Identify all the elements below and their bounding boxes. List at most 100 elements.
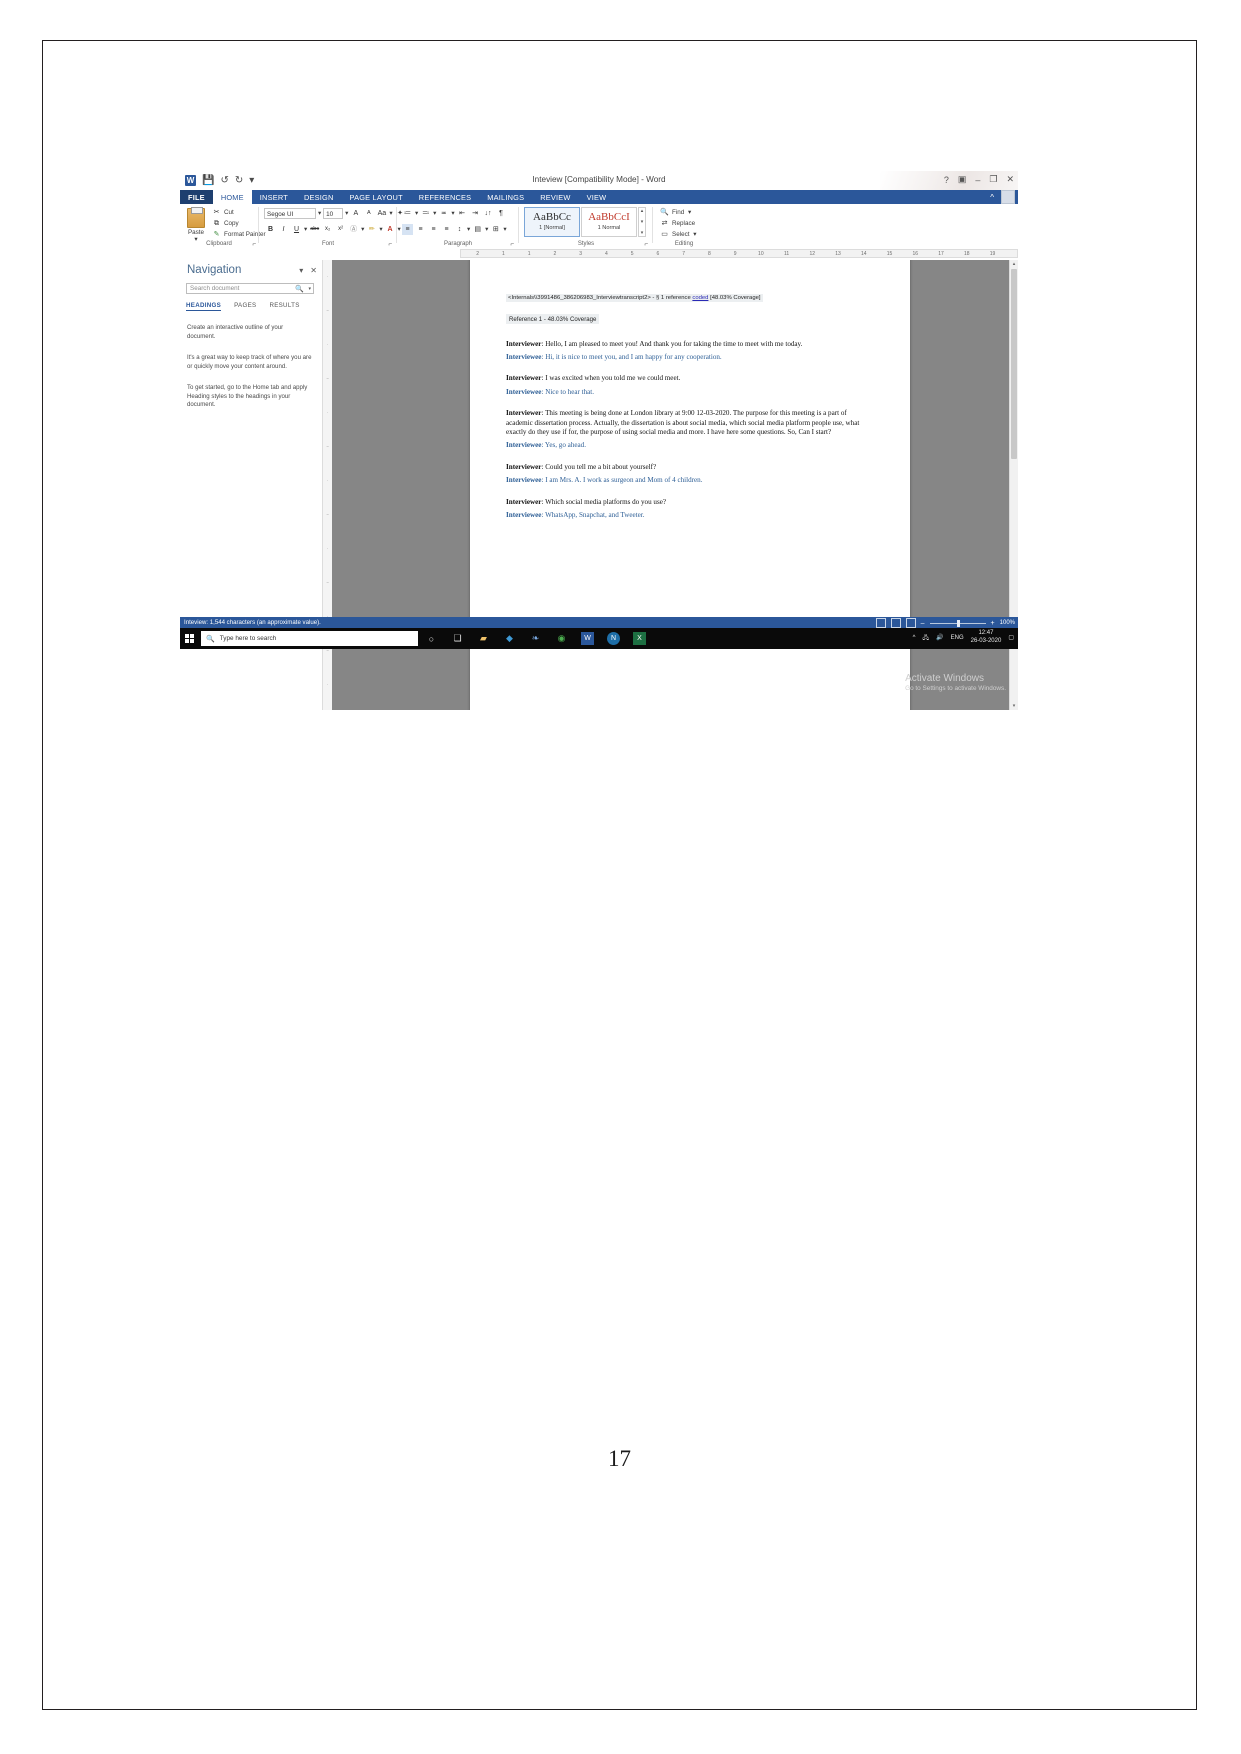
zoom-slider[interactable] <box>929 619 986 627</box>
font-color-icon[interactable]: A <box>385 224 396 235</box>
decrease-indent-icon[interactable]: ⇤ <box>457 208 468 219</box>
task-view-icon[interactable]: ❏ <box>451 632 464 645</box>
multilevel-list-icon[interactable]: ≖ <box>438 208 449 219</box>
start-button[interactable] <box>182 631 197 646</box>
tab-mailings[interactable]: MAILINGS <box>479 190 532 204</box>
close-icon[interactable]: ✕ <box>1006 174 1014 185</box>
styles-launcher-icon[interactable]: ⌐ <box>644 241 648 248</box>
sort-icon[interactable]: ↓↑ <box>483 208 494 219</box>
tab-view[interactable]: VIEW <box>579 190 615 204</box>
account-avatar[interactable] <box>1001 190 1015 204</box>
align-left-icon[interactable]: ≡ <box>402 224 413 235</box>
nav-tab-headings[interactable]: HEADINGS <box>186 302 222 311</box>
excel-icon[interactable]: X <box>633 632 646 645</box>
find-dropdown-icon[interactable]: ▾ <box>686 209 691 216</box>
underline-dropdown-icon[interactable]: ▾ <box>304 226 307 233</box>
navigation-tabs[interactable]: HEADINGS PAGES RESULTS <box>186 302 300 311</box>
file-explorer-icon[interactable]: ▰ <box>477 632 490 645</box>
font-name-dropdown-icon[interactable]: ▾ <box>318 210 321 217</box>
styles-scroll-down-icon[interactable]: ▾ <box>641 219 644 225</box>
tab-references[interactable]: REFERENCES <box>411 190 480 204</box>
highlight-dropdown-icon[interactable]: ▾ <box>379 226 382 233</box>
photos-icon[interactable]: ❧ <box>529 632 542 645</box>
line-spacing-dropdown-icon[interactable]: ▾ <box>467 226 470 233</box>
bullets-dropdown-icon[interactable]: ▾ <box>415 210 418 217</box>
show-hidden-icons-icon[interactable]: ^ <box>913 635 916 641</box>
cortana-icon[interactable]: ○ <box>425 632 438 645</box>
scrollbar-thumb[interactable] <box>1011 269 1017 459</box>
strikethrough-button[interactable]: abc <box>309 224 320 235</box>
nav-tab-results[interactable]: RESULTS <box>269 302 299 311</box>
web-layout-icon[interactable] <box>905 618 916 628</box>
paragraph-launcher-icon[interactable]: ⌐ <box>510 241 514 248</box>
print-layout-icon[interactable] <box>890 618 901 628</box>
nvivo-icon[interactable]: ◆ <box>503 632 516 645</box>
ribbon-display-options-icon[interactable]: ▣ <box>958 174 967 185</box>
align-center-icon[interactable]: ≡ <box>415 224 426 235</box>
chevron-down-icon[interactable]: ▾ <box>299 266 303 275</box>
collapse-ribbon-icon[interactable]: ^ <box>990 193 994 202</box>
ribbon-right-controls[interactable]: ^ <box>990 190 1015 204</box>
text-effects-dropdown-icon[interactable]: ▾ <box>361 226 364 233</box>
volume-icon[interactable]: 🔊 <box>936 634 943 641</box>
replace-button[interactable]: ⇄ Replace <box>659 218 696 229</box>
zoom-in-button[interactable]: + <box>991 620 995 627</box>
change-case-button[interactable]: Aa <box>376 208 387 219</box>
taskbar-search-input[interactable]: 🔍 Type here to search <box>201 631 418 646</box>
read-mode-icon[interactable] <box>875 618 886 628</box>
font-size-dropdown-icon[interactable]: ▾ <box>345 210 348 217</box>
notification-icon[interactable]: ▢ <box>1008 634 1014 641</box>
style-item-normal-1[interactable]: AaBbCc 1 [Normal] <box>524 207 580 237</box>
font-name-input[interactable]: Segoe UI <box>264 208 316 219</box>
clipboard-launcher-icon[interactable]: ⌐ <box>252 241 256 248</box>
search-options-icon[interactable]: ▾ <box>308 286 311 292</box>
text-effects-icon[interactable]: Ⓐ <box>348 224 359 235</box>
subscript-button[interactable]: x₂ <box>322 224 333 235</box>
numbering-icon[interactable]: ≕ <box>420 208 431 219</box>
bold-button[interactable]: B <box>265 224 276 235</box>
zoom-out-button[interactable]: – <box>921 620 925 627</box>
restore-icon[interactable]: ❐ <box>989 174 997 185</box>
scroll-down-icon[interactable]: ▾ <box>1011 702 1017 710</box>
coded-link[interactable]: coded <box>692 295 708 301</box>
grow-font-button[interactable]: A <box>350 208 361 219</box>
nvivo-app-icon[interactable]: N <box>607 632 620 645</box>
language-indicator[interactable]: ENG <box>951 635 964 641</box>
nav-tab-pages[interactable]: PAGES <box>234 302 256 311</box>
horizontal-ruler[interactable]: 2 1 1 2 3 4 5 6 7 8 9 10 11 12 13 14 15 16 17 18 19 <box>460 249 1018 258</box>
help-icon[interactable]: ? <box>944 175 949 185</box>
line-spacing-icon[interactable]: ↕ <box>454 224 465 235</box>
ribbon-tabs[interactable]: FILE HOME INSERT DESIGN PAGE LAYOUT REFE… <box>180 190 614 204</box>
select-dropdown-icon[interactable]: ▾ <box>692 231 696 238</box>
chrome-icon[interactable]: ◉ <box>555 632 568 645</box>
system-tray[interactable]: ^ 🖧 🔊 ENG 12:47 26-03-2020 ▢ <box>913 630 1014 645</box>
underline-button[interactable]: U <box>291 224 302 235</box>
justify-icon[interactable]: ≡ <box>441 224 452 235</box>
bullets-icon[interactable]: ≔ <box>402 208 413 219</box>
shrink-font-button[interactable]: A <box>363 208 374 219</box>
styles-more-icon[interactable]: ▾ <box>641 230 644 236</box>
increase-indent-icon[interactable]: ⇥ <box>470 208 481 219</box>
close-icon[interactable]: ✕ <box>310 266 317 275</box>
font-launcher-icon[interactable]: ⌐ <box>388 241 392 248</box>
tab-design[interactable]: DESIGN <box>296 190 342 204</box>
tab-file[interactable]: FILE <box>180 190 213 204</box>
find-button[interactable]: 🔍 Find ▾ <box>659 207 696 218</box>
tab-home[interactable]: HOME <box>212 190 252 204</box>
select-button[interactable]: ▭ Select ▾ <box>659 229 696 240</box>
shading-icon[interactable]: ▤ <box>472 224 483 235</box>
borders-icon[interactable]: ⊞ <box>490 224 501 235</box>
zoom-slider-knob[interactable] <box>956 619 960 627</box>
window-controls[interactable]: ? ▣ – ❐ ✕ <box>944 174 1014 185</box>
network-icon[interactable]: 🖧 <box>922 633 929 643</box>
paste-button[interactable]: Paste ▾ <box>184 207 208 243</box>
styles-scroll-up-icon[interactable]: ▴ <box>641 208 644 214</box>
zoom-level-label[interactable]: 100% <box>1000 620 1015 626</box>
change-case-dropdown-icon[interactable]: ▾ <box>389 210 392 217</box>
search-input[interactable]: Search document 🔍 ▾ <box>186 283 314 294</box>
font-size-input[interactable]: 10 <box>323 208 344 219</box>
multilevel-dropdown-icon[interactable]: ▾ <box>451 210 454 217</box>
numbering-dropdown-icon[interactable]: ▾ <box>433 210 436 217</box>
taskbar-clock[interactable]: 12:47 26-03-2020 <box>971 630 1002 645</box>
style-item-normal-2[interactable]: AaBbCcI 1 Normal <box>581 207 637 237</box>
